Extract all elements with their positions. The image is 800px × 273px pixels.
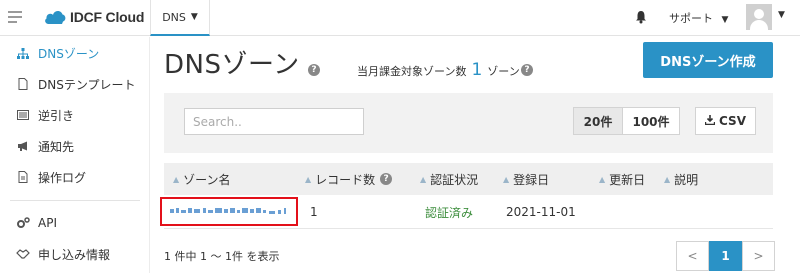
avatar[interactable] [746, 4, 772, 30]
registered-date-cell: 2021-11-01 [506, 205, 576, 219]
column-header-zone[interactable]: ▲ ゾーン名 [173, 163, 231, 195]
service-label: DNS [162, 10, 186, 24]
sidebar-item-label: 通知先 [38, 139, 75, 154]
per-page-20-button[interactable]: 20件 [573, 107, 623, 135]
help-icon[interactable]: ? [380, 173, 393, 185]
sidebar: DNSゾーン DNSテンプレート 逆引き 通知先 操作ログ API 申し込み情報 [0, 37, 150, 273]
support-menu[interactable]: サポート ▼ [669, 10, 728, 26]
sidebar-item-label: 申し込み情報 [38, 247, 111, 262]
sidebar-item-notification[interactable]: 通知先 [0, 132, 150, 160]
sort-icon: ▲ [305, 174, 312, 184]
document-icon [16, 171, 30, 183]
sidebar-item-operation-log[interactable]: 操作ログ [0, 163, 150, 191]
top-header: IDCF Cloud DNS ▼ サポート ▼ ▼ [0, 0, 800, 36]
service-selector[interactable]: DNS ▼ [150, 0, 210, 36]
pagination-summary: 1 件中 1 〜 1件 を表示 [164, 250, 280, 263]
quota-info: 当月課金対象ゾーン数 1 ゾーン [357, 60, 520, 80]
help-icon[interactable]: ? [521, 64, 533, 76]
sidebar-item-dns-template[interactable]: DNSテンプレート [0, 70, 150, 98]
page-1-button[interactable]: 1 [709, 241, 742, 271]
sidebar-item-label: DNSゾーン [38, 46, 100, 61]
sort-icon: ▲ [599, 174, 606, 184]
sidebar-item-dns-zone[interactable]: DNSゾーン [0, 39, 150, 67]
per-page-100-button[interactable]: 100件 [623, 107, 680, 135]
records-cell: 1 [310, 205, 318, 219]
sidebar-item-reverse-lookup[interactable]: 逆引き [0, 101, 150, 129]
search-input[interactable] [184, 108, 364, 135]
sidebar-item-subscription[interactable]: 申し込み情報 [0, 240, 150, 268]
sidebar-item-label: 操作ログ [38, 170, 87, 185]
chevron-down-icon: ▼ [721, 15, 729, 25]
cloud-logo-icon [45, 10, 66, 24]
sidebar-item-api[interactable]: API [0, 209, 150, 237]
support-label: サポート [669, 12, 713, 25]
highlight-box [160, 197, 298, 226]
megaphone-icon [16, 141, 30, 151]
page-title: DNSゾーン [164, 50, 300, 80]
list-icon [16, 110, 30, 120]
column-header-description[interactable]: ▲ 説明 [664, 163, 698, 195]
quota-unit: ゾーン [487, 65, 520, 78]
sort-icon: ▲ [503, 174, 510, 184]
column-header-status[interactable]: ▲ 認証状況 [420, 163, 478, 195]
file-icon [16, 78, 30, 90]
status-cell: 認証済み [425, 205, 474, 220]
sidebar-item-label: API [38, 216, 57, 230]
column-header-updated[interactable]: ▲ 更新日 [599, 163, 645, 195]
csv-label: CSV [719, 114, 746, 128]
download-icon [704, 114, 716, 128]
column-header-registered[interactable]: ▲ 登録日 [503, 163, 549, 195]
per-page-group: 20件 100件 [573, 107, 680, 135]
logo-text: IDCF Cloud [70, 9, 145, 25]
column-header-records[interactable]: ▲ レコード数? [305, 163, 393, 195]
gears-icon [16, 217, 30, 229]
chevron-down-icon[interactable]: ▼ [778, 10, 785, 20]
sort-icon: ▲ [173, 174, 180, 184]
csv-download-button[interactable]: CSV [695, 107, 756, 135]
quota-count: 1 [471, 60, 483, 80]
prev-page-button[interactable]: < [676, 241, 709, 271]
sidebar-divider [10, 200, 140, 201]
next-page-button[interactable]: > [742, 241, 775, 271]
logo[interactable]: IDCF Cloud [44, 6, 144, 28]
sidebar-item-label: 逆引き [38, 108, 75, 123]
chevron-down-icon: ▼ [190, 12, 198, 22]
quota-label: 当月課金対象ゾーン数 [357, 65, 467, 78]
create-zone-button[interactable]: DNSゾーン作成 [643, 42, 773, 78]
sitemap-icon [16, 47, 30, 59]
sort-icon: ▲ [664, 174, 671, 184]
pagination: < 1 > [676, 241, 775, 271]
sort-icon: ▲ [420, 174, 427, 184]
menu-icon[interactable] [8, 11, 22, 23]
bell-icon[interactable] [635, 10, 647, 24]
help-icon[interactable]: ? [308, 64, 320, 76]
sidebar-item-label: DNSテンプレート [38, 77, 136, 92]
handshake-icon [16, 249, 30, 259]
